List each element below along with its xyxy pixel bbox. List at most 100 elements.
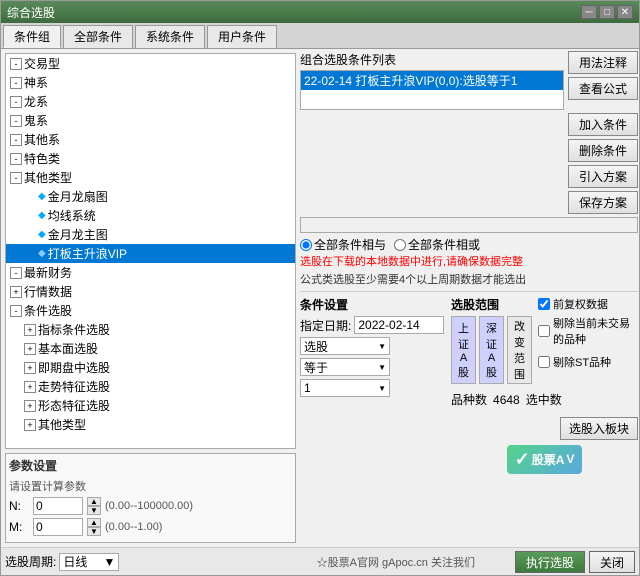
tree-item-pattern[interactable]: + 形态特征选股 [6,396,295,415]
expand-icon[interactable]: - [10,267,22,279]
tree-item-other-type[interactable]: - 其他类型 [6,168,295,187]
options-section: 前复权数据 剔除当前未交易的品种 剔除ST品种 [538,296,638,387]
radio-and-label[interactable]: 全部条件相与 [300,236,386,253]
tree-label: 其他系 [24,131,60,148]
tree-item-long[interactable]: - 龙系 [6,92,295,111]
expand-icon[interactable]: - [10,77,22,89]
dropdown-value-select[interactable]: 1 ▼ [300,379,390,397]
expand-icon[interactable]: + [24,324,36,336]
pre-rights-checkbox[interactable] [538,298,550,310]
expand-icon[interactable]: - [10,305,22,317]
n-spin-up[interactable]: ▲ [87,497,101,506]
tree-label: 行情数据 [24,283,72,300]
tree-item-shen[interactable]: - 神系 [6,73,295,92]
logo-box: ✓ 股票A V [507,445,583,474]
info-text: 公式类选股至少需要4个以上周期数据才能选出 [300,271,638,287]
remove-st2-checkbox[interactable] [538,356,550,368]
condition-settings-section: 条件设置 指定日期: 选股 ▼ 等于 ▼ [300,296,445,400]
view-formula-button[interactable]: 查看公式 [568,77,638,100]
expand-icon[interactable]: - [10,134,22,146]
remove-st2-row: 剔除ST品种 [538,354,638,370]
change-range-button[interactable]: 改变范围 [507,316,532,384]
expand-icon[interactable]: - [10,153,22,165]
plate-area: 选股入板块 [451,417,638,440]
min-button[interactable]: ─ [581,5,597,19]
plate-button[interactable]: 选股入板块 [560,417,638,440]
max-button[interactable]: □ [599,5,615,19]
expand-icon[interactable]: + [10,286,22,298]
tree-item-fundamental[interactable]: + 基本面选股 [6,339,295,358]
n-input[interactable] [33,497,83,515]
tree-label: 基本面选股 [38,340,98,357]
remove-st-checkbox[interactable] [538,325,550,337]
tree-item-other-type2[interactable]: + 其他类型 [6,415,295,434]
tree-item-condition-stock[interactable]: - 条件选股 [6,301,295,320]
condition-list: 22-02-14 打板主升浪VIP(0,0):选股等于1 [300,70,564,110]
tree-item-jinyue-fan[interactable]: ◆ 金月龙扇图 [6,187,295,206]
tree-label: 鬼系 [24,112,48,129]
condition-list-label: 组合选股条件列表 [300,51,564,68]
sz-a-button[interactable]: 深证A股 [479,316,504,384]
import-plan-button[interactable]: 引入方案 [568,165,638,188]
title-bar: 综合选股 ─ □ ✕ [1,1,639,23]
radio-or-text: 全部条件相或 [408,236,480,253]
condition-item-0[interactable]: 22-02-14 打板主升浪VIP(0,0):选股等于1 [301,71,563,90]
radio-or-label[interactable]: 全部条件相或 [394,236,480,253]
expand-icon[interactable]: + [24,343,36,355]
delete-condition-button[interactable]: 删除条件 [568,139,638,162]
tab-condition-group[interactable]: 条件组 [3,25,61,48]
tree-label: 其他类型 [38,416,86,433]
date-input[interactable] [354,316,444,334]
tree-item-trend[interactable]: + 走势特征选股 [6,377,295,396]
m-spin-down[interactable]: ▼ [87,527,101,536]
tree-item-intraday[interactable]: + 即期盘中选股 [6,358,295,377]
usage-note-button[interactable]: 用法注释 [568,51,638,74]
tree-item-color[interactable]: - 特色类 [6,149,295,168]
tree-item-index-condition[interactable]: + 指标条件选股 [6,320,295,339]
tab-all-conditions[interactable]: 全部条件 [63,25,133,48]
m-input[interactable] [33,518,83,536]
close-dialog-button[interactable]: 关闭 [589,551,635,573]
dropdown-stock-select[interactable]: 选股 ▼ [300,337,390,355]
tree-item-trading[interactable]: - 交易型 [6,54,295,73]
radio-or[interactable] [394,239,406,251]
tree-item-other-xi[interactable]: - 其他系 [6,130,295,149]
expand-icon[interactable]: + [24,362,36,374]
radio-and[interactable] [300,239,312,251]
add-condition-button[interactable]: 加入条件 [568,113,638,136]
expand-icon[interactable]: + [24,400,36,412]
dropdown-arrow-icon3: ▼ [378,384,386,393]
period-value: 日线 [63,553,87,570]
tree-item-gui[interactable]: - 鬼系 [6,111,295,130]
tree-item-market-data[interactable]: + 行情数据 [6,282,295,301]
expand-icon[interactable]: + [24,419,36,431]
condition-tree[interactable]: - 交易型 - 神系 - 龙系 - 鬼系 - 其他系 [5,53,296,449]
tree-item-daban-vip[interactable]: ◆ 打板主升浪VIP [6,244,295,263]
n-spin-down[interactable]: ▼ [87,506,101,515]
expand-icon[interactable]: + [24,381,36,393]
expand-icon[interactable]: - [10,172,22,184]
tree-item-jinyue-main[interactable]: ◆ 金月龙主图 [6,225,295,244]
expand-icon[interactable]: - [10,115,22,127]
tree-label: 其他类型 [24,169,72,186]
sh-a-button[interactable]: 上证A股 [451,316,476,384]
n-range: (0.00--100000.00) [105,500,193,512]
tab-bar: 条件组 全部条件 系统条件 用户条件 [1,23,639,49]
m-spin-up[interactable]: ▲ [87,518,101,527]
tree-item-junxian[interactable]: ◆ 均线系统 [6,206,295,225]
diamond-icon: ◆ [38,191,46,202]
period-dropdown[interactable]: 日线 ▼ [59,553,119,571]
tree-label: 最新财务 [24,264,72,281]
expand-icon[interactable]: - [10,58,22,70]
left-panel: - 交易型 - 神系 - 龙系 - 鬼系 - 其他系 [3,51,298,545]
execute-button[interactable]: 执行选股 [515,551,585,573]
expand-icon[interactable]: - [10,96,22,108]
tree-item-finance[interactable]: - 最新财务 [6,263,295,282]
dropdown-equal-select[interactable]: 等于 ▼ [300,358,390,376]
watermark-logo: ✓ 股票A V [507,445,583,474]
tab-system-conditions[interactable]: 系统条件 [135,25,205,48]
save-plan-button[interactable]: 保存方案 [568,191,638,214]
close-button[interactable]: ✕ [617,5,633,19]
tree-label: 条件选股 [24,302,72,319]
tab-user-conditions[interactable]: 用户条件 [207,25,277,48]
